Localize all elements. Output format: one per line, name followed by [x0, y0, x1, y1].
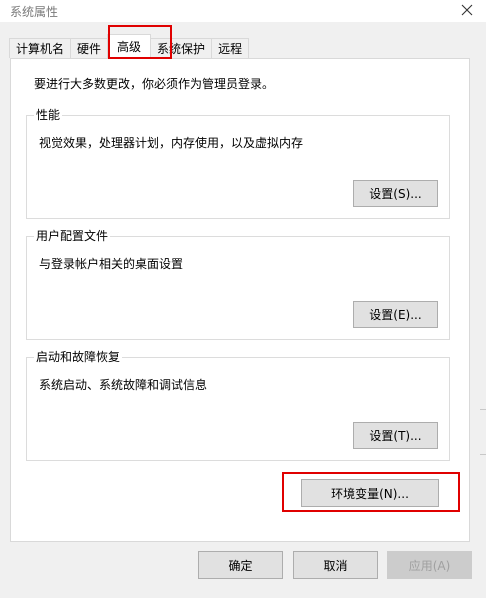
close-icon [461, 4, 473, 16]
user-profiles-description: 与登录帐户相关的桌面设置 [39, 257, 184, 271]
startup-recovery-settings-button[interactable]: 设置(T)... [353, 422, 438, 449]
user-profiles-group: 用户配置文件 与登录帐户相关的桌面设置 设置(E)... [26, 229, 450, 340]
performance-label: 性能 [34, 108, 63, 122]
tab-advanced[interactable]: 高级 [107, 34, 152, 58]
performance-group: 性能 视觉效果，处理器计划，内存使用，以及虚拟内存 设置(S)... [26, 108, 450, 219]
startup-recovery-description: 系统启动、系统故障和调试信息 [39, 378, 208, 392]
cancel-button[interactable]: 取消 [293, 551, 378, 579]
advanced-tab-panel: 要进行大多数更改，你必须作为管理员登录。 性能 视觉效果，处理器计划，内存使用，… [10, 58, 470, 542]
background-window-edge [480, 409, 486, 410]
tab-computer-name[interactable]: 计算机名 [9, 38, 72, 58]
ok-button[interactable]: 确定 [198, 551, 283, 579]
startup-recovery-label: 启动和故障恢复 [34, 350, 123, 364]
user-profiles-label: 用户配置文件 [34, 229, 111, 243]
performance-description: 视觉效果，处理器计划，内存使用，以及虚拟内存 [39, 136, 304, 150]
title-bar: 系统属性 [0, 0, 486, 22]
tab-remote[interactable]: 远程 [211, 38, 250, 58]
background-window-edge [480, 454, 486, 455]
tab-hardware[interactable]: 硬件 [70, 38, 109, 58]
tab-strip: 计算机名 硬件 高级 系统保护 远程 [9, 34, 250, 58]
window-title: 系统属性 [10, 5, 59, 19]
apply-button[interactable]: 应用(A) [387, 551, 472, 579]
startup-recovery-group: 启动和故障恢复 系统启动、系统故障和调试信息 设置(T)... [26, 350, 450, 461]
admin-notice: 要进行大多数更改，你必须作为管理员登录。 [34, 77, 275, 91]
close-button[interactable] [458, 1, 476, 19]
environment-variables-button[interactable]: 环境变量(N)... [301, 479, 439, 507]
performance-settings-button[interactable]: 设置(S)... [353, 180, 438, 207]
tab-system-protection[interactable]: 系统保护 [150, 38, 213, 58]
user-profiles-settings-button[interactable]: 设置(E)... [353, 301, 438, 328]
